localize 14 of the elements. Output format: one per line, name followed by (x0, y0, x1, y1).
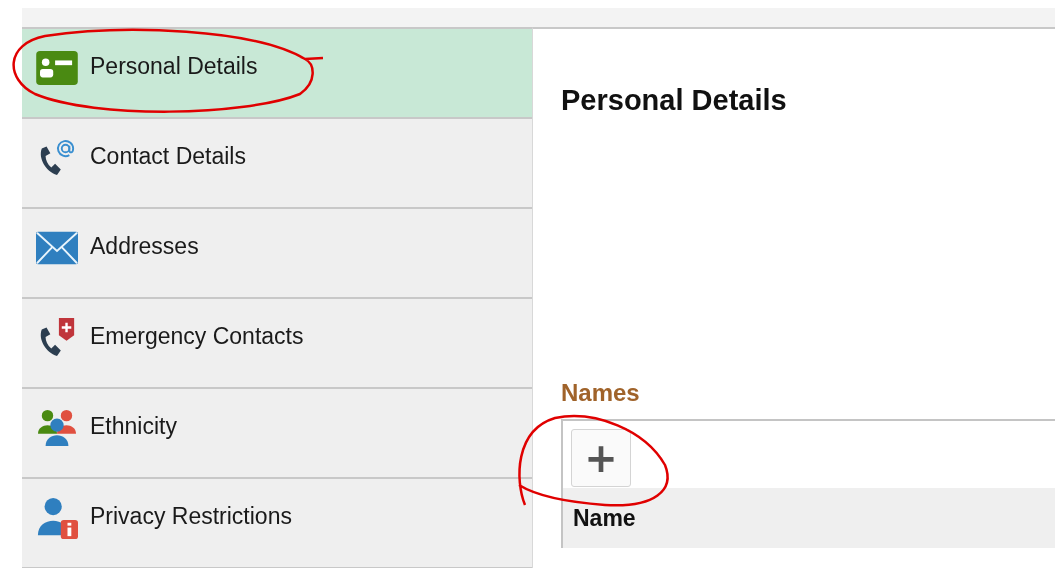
sidebar-item[interactable]: Ethnicity (22, 389, 532, 479)
person-info-icon (36, 497, 78, 539)
add-button[interactable]: + (571, 429, 631, 487)
section-title: Names (561, 379, 641, 407)
sidebar-item[interactable]: Privacy Restrictions (22, 479, 532, 568)
id-card-icon (36, 51, 78, 85)
column-header: Name (573, 504, 636, 532)
envelope-icon (36, 231, 78, 265)
sidebar-item[interactable]: Contact Details (22, 119, 532, 209)
sidebar-item[interactable]: Personal Details (22, 29, 532, 119)
sidebar-item[interactable]: Emergency Contacts (22, 299, 532, 389)
page-title: Personal Details (561, 84, 788, 117)
sidebar-item[interactable]: Addresses (22, 209, 532, 299)
people-icon (36, 409, 78, 447)
